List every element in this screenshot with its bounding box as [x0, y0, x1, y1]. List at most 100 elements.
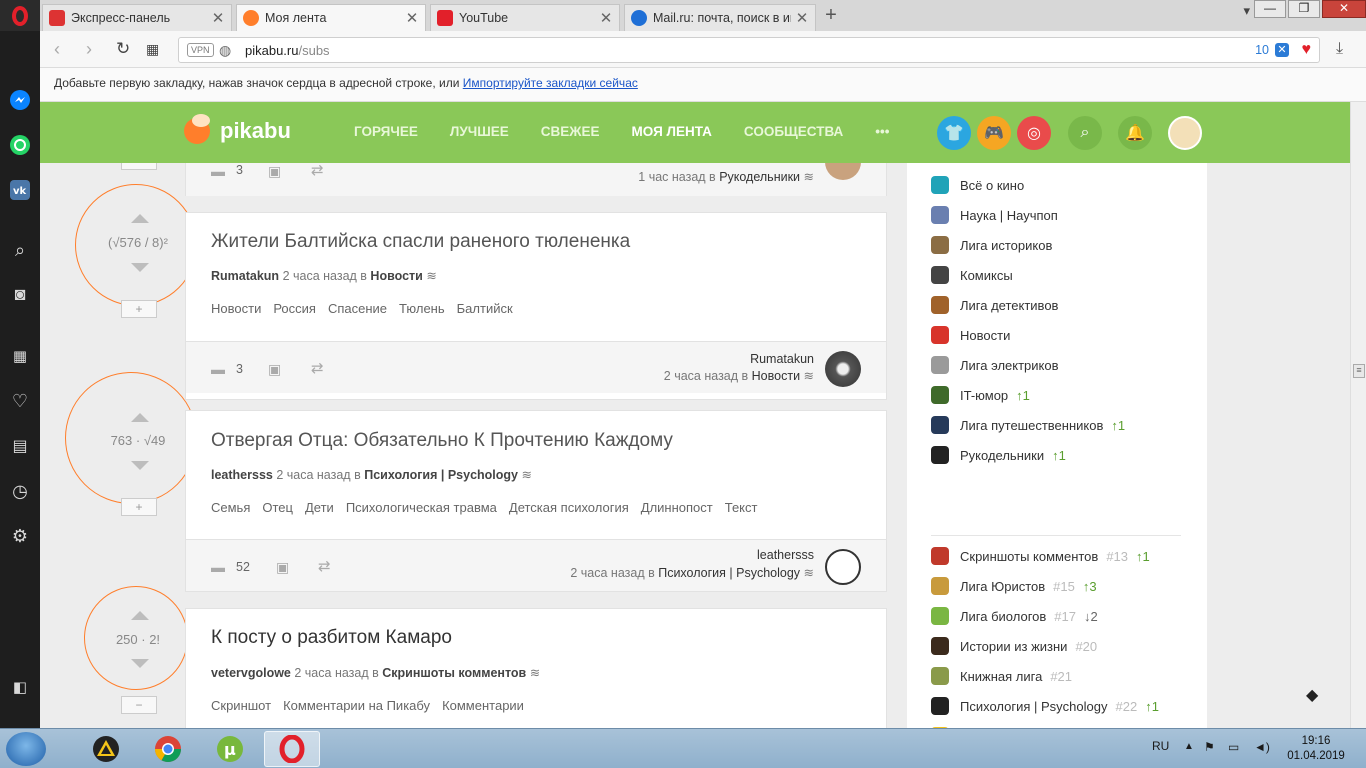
- community-item[interactable]: Всё о кино: [931, 174, 1024, 196]
- history-icon[interactable]: ◷: [8, 479, 32, 503]
- community-item[interactable]: Лига Юристов #15 ↑3: [931, 575, 1097, 597]
- shirt-icon[interactable]: 👕: [937, 116, 971, 150]
- community-link[interactable]: Новости: [752, 369, 800, 383]
- close-icon[interactable]: ✕: [795, 9, 809, 27]
- community-name[interactable]: Наука | Научпоп: [960, 208, 1058, 223]
- comments-count[interactable]: 3: [236, 362, 243, 376]
- tag[interactable]: Дети: [305, 500, 334, 515]
- reload-icon[interactable]: ↻: [116, 39, 130, 59]
- community-item[interactable]: Лига биологов #17 ↓2: [931, 605, 1098, 627]
- language-indicator[interactable]: RU: [1152, 739, 1169, 768]
- story-title[interactable]: Отвергая Отца: Обязательно К Прочтению К…: [211, 430, 673, 452]
- close-icon[interactable]: ✕: [405, 9, 419, 27]
- whatsapp-icon[interactable]: [8, 133, 32, 157]
- flag-icon[interactable]: ⚑: [1204, 740, 1215, 768]
- save-icon[interactable]: ▣: [268, 361, 281, 378]
- community-name[interactable]: Психология | Psychology: [960, 699, 1108, 714]
- community-name[interactable]: Всё о кино: [960, 178, 1024, 193]
- community-name[interactable]: Лига электриков: [960, 358, 1059, 373]
- save-icon[interactable]: ▣: [276, 559, 289, 576]
- vote-minus-button[interactable]: −: [121, 696, 157, 714]
- nav-more[interactable]: •••: [875, 124, 889, 139]
- avatar[interactable]: [825, 351, 861, 387]
- comments-icon[interactable]: ▬: [211, 163, 225, 179]
- tab-express-panel[interactable]: Экспресс-панель ✕: [42, 4, 232, 31]
- paint-bucket-icon[interactable]: ◆: [1306, 685, 1318, 705]
- community-name[interactable]: Рукодельники: [960, 448, 1044, 463]
- community-link[interactable]: Скриншоты комментов: [382, 666, 526, 680]
- comments-count[interactable]: 52: [236, 560, 250, 574]
- community-item[interactable]: Психология | Psychology #22 ↑1: [931, 695, 1159, 717]
- share-icon[interactable]: ⇄: [311, 359, 324, 377]
- avatar[interactable]: [825, 549, 861, 585]
- opera-menu-button[interactable]: [0, 0, 40, 31]
- community-item[interactable]: Новости: [931, 324, 1010, 346]
- url-field[interactable]: VPN ◍ pikabu.ru/subs 10 ✕ ♥: [178, 37, 1320, 63]
- community-link[interactable]: Психология | Psychology: [364, 468, 518, 482]
- ad-block-icon[interactable]: ✕: [1275, 43, 1289, 57]
- tag[interactable]: Скриншот: [211, 698, 271, 713]
- community-name[interactable]: Лига путешественников: [960, 418, 1103, 433]
- tag[interactable]: Семья: [211, 500, 250, 515]
- vk-icon[interactable]: vk: [8, 178, 32, 202]
- upvote-icon[interactable]: [131, 413, 149, 422]
- community-item[interactable]: Комиксы: [931, 264, 1013, 286]
- pikabu-logo[interactable]: pikabu: [184, 114, 291, 144]
- tag[interactable]: Длиннопост: [641, 500, 713, 515]
- community-name[interactable]: Новости: [960, 328, 1010, 343]
- bell-icon[interactable]: 🔔: [1118, 116, 1152, 150]
- vote-minus-button[interactable]: +: [121, 498, 157, 516]
- utorrent-icon[interactable]: µ: [202, 731, 258, 767]
- community-name[interactable]: IT-юмор: [960, 388, 1008, 403]
- new-tab-button[interactable]: +: [820, 4, 842, 28]
- clock[interactable]: 19:16 01.04.2019: [1286, 734, 1346, 764]
- messenger-icon[interactable]: [8, 88, 32, 112]
- close-window-button[interactable]: ✕: [1322, 0, 1366, 18]
- downvote-icon[interactable]: [131, 659, 149, 668]
- close-icon[interactable]: ✕: [211, 9, 225, 27]
- camera-icon[interactable]: ◙: [8, 282, 32, 306]
- tag[interactable]: Текст: [725, 500, 758, 515]
- network-icon[interactable]: ▭: [1228, 740, 1239, 768]
- community-name[interactable]: Истории из жизни: [960, 639, 1067, 654]
- comments-icon[interactable]: ▬: [211, 559, 225, 575]
- community-item[interactable]: Лига историков: [931, 234, 1052, 256]
- chrome-icon[interactable]: [140, 731, 196, 767]
- nav-communities[interactable]: СООБЩЕСТВА: [744, 124, 843, 139]
- nav-hot[interactable]: ГОРЯЧЕЕ: [354, 124, 418, 139]
- tag[interactable]: Комментарии на Пикабу: [283, 698, 430, 713]
- tag[interactable]: Россия: [273, 301, 316, 316]
- tray-expand-icon[interactable]: ▲: [1184, 741, 1194, 768]
- import-bookmarks-link[interactable]: Импортируйте закладки сейчас: [463, 76, 638, 90]
- forward-icon[interactable]: ›: [86, 39, 92, 60]
- community-item[interactable]: IT-юмор ↑1: [931, 384, 1030, 406]
- author-name[interactable]: Rumatakun: [750, 352, 814, 366]
- save-icon[interactable]: ▣: [268, 163, 281, 180]
- scrollbar-thumb[interactable]: ≡: [1353, 364, 1365, 378]
- story-title[interactable]: К посту о разбитом Камаро: [211, 627, 452, 649]
- vote-minus-button[interactable]: +: [121, 300, 157, 318]
- tab-menu-icon[interactable]: ▾: [1243, 3, 1250, 19]
- community-name[interactable]: Лига историков: [960, 238, 1052, 253]
- community-name[interactable]: Лига биологов: [960, 609, 1046, 624]
- downvote-icon[interactable]: [131, 461, 149, 470]
- community-link[interactable]: Рукодельники: [719, 170, 800, 184]
- tracker-count[interactable]: 10: [1255, 43, 1269, 57]
- author-link[interactable]: vetervgolowe: [211, 666, 291, 680]
- taskbar-app-arrow[interactable]: [78, 731, 134, 767]
- download-icon[interactable]: ⤓: [1336, 40, 1343, 58]
- tag[interactable]: Детская психология: [509, 500, 629, 515]
- downvote-icon[interactable]: [131, 263, 149, 272]
- steering-wheel-icon[interactable]: ◎: [1017, 116, 1051, 150]
- community-link[interactable]: Новости: [370, 269, 422, 283]
- opera-taskbar-icon[interactable]: [264, 731, 320, 767]
- page-scrollbar[interactable]: ≡: [1350, 102, 1366, 728]
- author-link[interactable]: leathersss: [211, 468, 273, 482]
- minimize-button[interactable]: —: [1254, 0, 1286, 18]
- nav-my-feed[interactable]: МОЯ ЛЕНТА: [632, 124, 712, 139]
- settings-gear-icon[interactable]: ⚙: [8, 524, 32, 548]
- comments-icon[interactable]: ▬: [211, 361, 225, 377]
- tag[interactable]: Тюлень: [399, 301, 445, 316]
- nav-best[interactable]: ЛУЧШЕЕ: [450, 124, 509, 139]
- share-icon[interactable]: ⇄: [318, 557, 331, 575]
